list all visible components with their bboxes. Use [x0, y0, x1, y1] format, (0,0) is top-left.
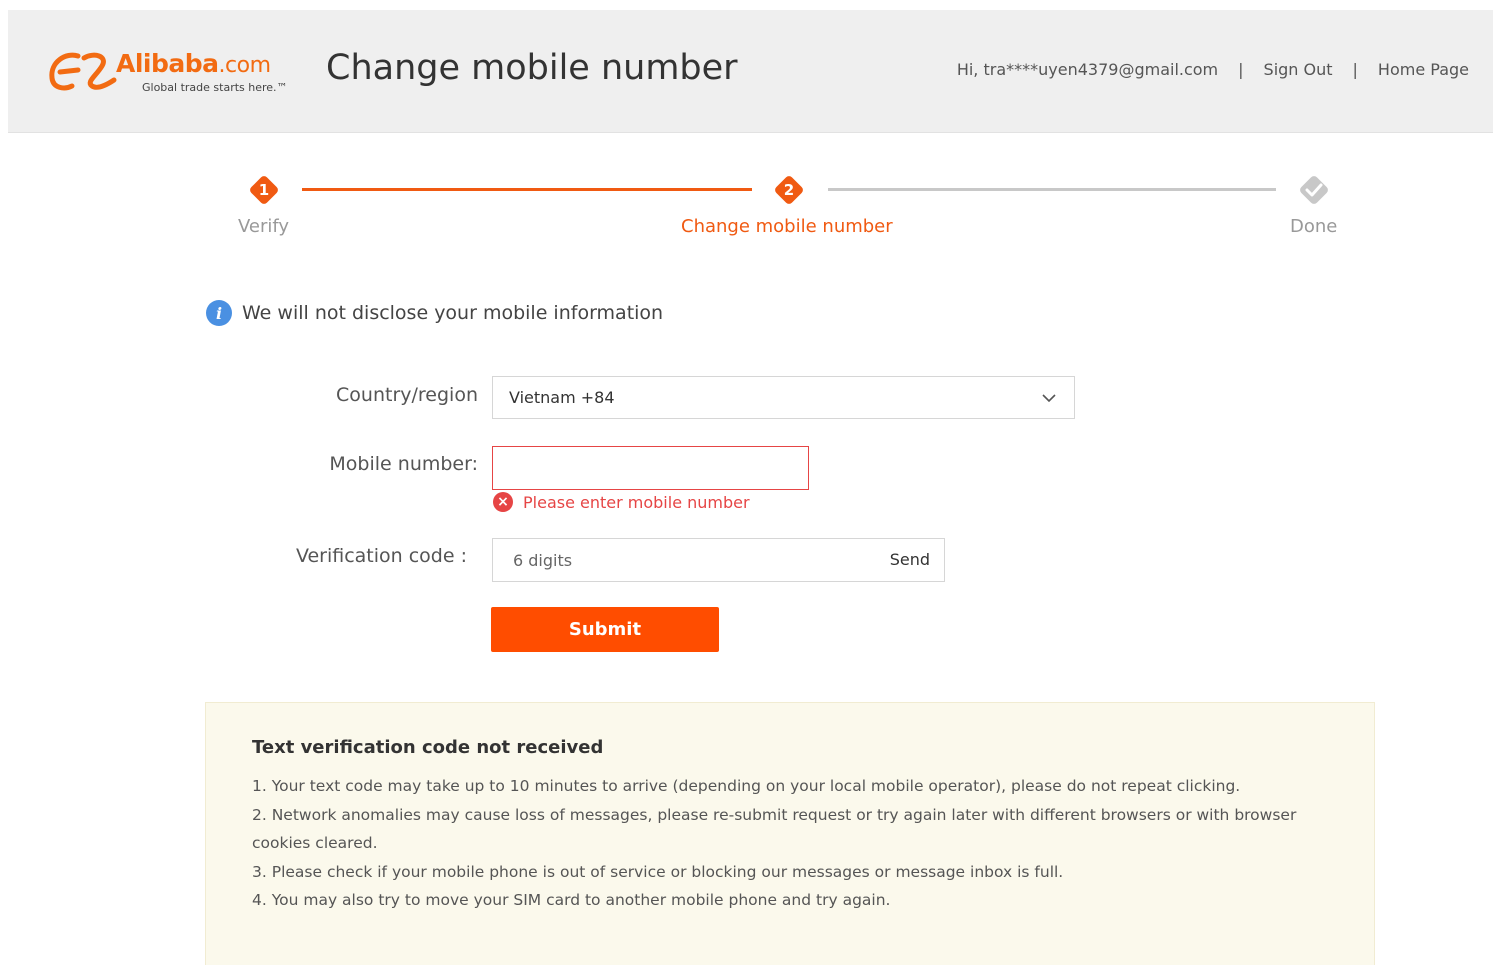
logo-wordmark: Alibaba.com — [116, 49, 271, 78]
country-label: Country/region — [336, 384, 478, 406]
nav-separator: | — [1238, 60, 1244, 79]
step-1-label: Verify — [238, 216, 290, 237]
step-3-badge — [1297, 173, 1331, 207]
notice-text: We will not disclose your mobile informa… — [242, 302, 664, 324]
nav-separator: | — [1352, 60, 1358, 79]
verification-code-input[interactable] — [493, 539, 853, 581]
step-2-badge: 2 — [772, 173, 806, 207]
help-box: Text verification code not received 1. Y… — [205, 702, 1375, 965]
step-1-badge: 1 — [247, 173, 281, 207]
verification-field: Send — [492, 538, 945, 582]
step-3-label: Done — [1290, 216, 1338, 237]
privacy-notice: i We will not disclose your mobile infor… — [206, 300, 663, 326]
check-icon — [1305, 183, 1323, 197]
help-item: 4. You may also try to move your SIM car… — [252, 891, 891, 909]
header: Alibaba.com Global trade starts here.™ C… — [8, 10, 1493, 133]
help-item: 3. Please check if your mobile phone is … — [252, 862, 1064, 881]
country-select[interactable]: Vietnam +84 — [492, 376, 1075, 419]
info-icon: i — [206, 300, 232, 326]
user-nav: Hi, tra****uyen4379@gmail.com | Sign Out… — [957, 60, 1469, 79]
sign-out-link[interactable]: Sign Out — [1264, 60, 1333, 79]
logo-tagline: Global trade starts here.™ — [142, 81, 288, 94]
help-list: 1. Your text code may take up to 10 minu… — [252, 772, 1328, 915]
page-title: Change mobile number — [326, 48, 738, 88]
help-title: Text verification code not received — [252, 737, 604, 758]
mobile-number-input[interactable] — [492, 446, 809, 490]
step-connector-pending — [828, 188, 1276, 191]
verification-label: Verification code : — [295, 545, 467, 567]
mobile-error: × Please enter mobile number — [493, 492, 750, 512]
submit-button[interactable]: Submit — [491, 607, 719, 652]
send-code-button[interactable]: Send — [890, 550, 930, 569]
step-2-label: Change mobile number — [681, 216, 893, 237]
country-value: Vietnam +84 — [509, 388, 615, 407]
alibaba-logo[interactable]: Alibaba.com Global trade starts here.™ — [48, 48, 308, 98]
step-connector-completed — [302, 188, 752, 191]
help-item: 1. Your text code may take up to 10 minu… — [252, 777, 1241, 795]
help-item: 2. Network anomalies may cause loss of m… — [252, 805, 1297, 853]
error-icon: × — [493, 492, 513, 512]
chevron-down-icon — [1042, 394, 1056, 403]
alibaba-logo-mark-icon — [49, 52, 117, 91]
mobile-label: Mobile number: — [329, 453, 478, 475]
home-page-link[interactable]: Home Page — [1378, 60, 1469, 79]
user-greeting: Hi, tra****uyen4379@gmail.com — [956, 60, 1219, 79]
mobile-error-text: Please enter mobile number — [523, 492, 750, 512]
